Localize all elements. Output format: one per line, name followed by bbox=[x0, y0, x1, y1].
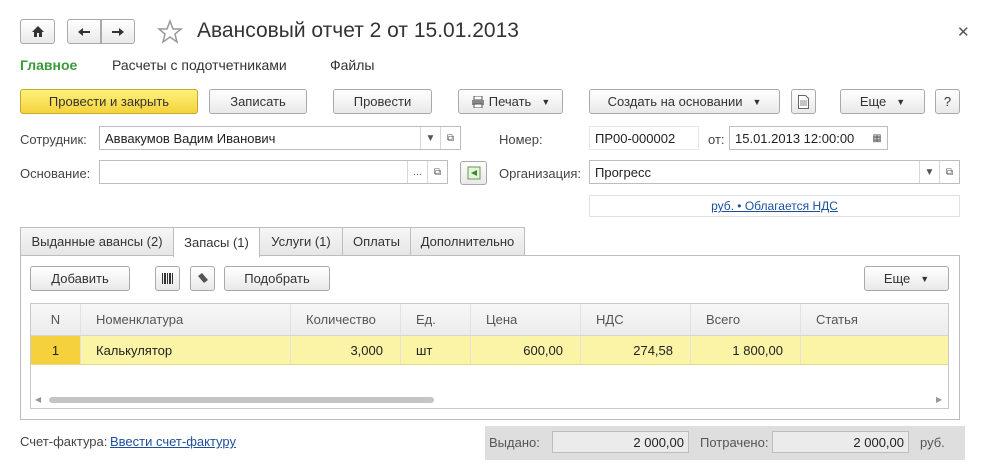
cell-unit: шт bbox=[401, 336, 471, 364]
open-icon[interactable]: ⧉ bbox=[440, 127, 460, 149]
post-and-close-button[interactable]: Провести и закрыть bbox=[20, 89, 198, 114]
col-header-quantity[interactable]: Количество bbox=[291, 304, 401, 335]
create-based-on-button[interactable]: Создать на основании ▼ bbox=[589, 89, 780, 114]
col-header-nomenclature[interactable]: Номенклатура bbox=[81, 304, 291, 335]
select-ellipsis-icon[interactable]: … bbox=[407, 161, 427, 183]
chevron-down-icon: ▼ bbox=[896, 96, 906, 107]
scrollbar-thumb[interactable] bbox=[49, 397, 434, 403]
col-header-unit[interactable]: Ед. bbox=[401, 304, 471, 335]
organization-value: Прогресс bbox=[595, 165, 652, 180]
scanner-icon bbox=[198, 273, 208, 283]
report-button[interactable] bbox=[791, 89, 816, 114]
table-row[interactable]: 1 Калькулятор 3,000 шт 600,00 274,58 1 8… bbox=[31, 336, 948, 365]
tab-payments[interactable]: Оплаты bbox=[342, 227, 411, 255]
fill-button[interactable] bbox=[460, 161, 487, 185]
invoice-link[interactable]: Ввести счет-фактуру bbox=[110, 434, 236, 449]
employee-field[interactable]: Аввакумов Вадим Иванович ▼ ⧉ bbox=[99, 126, 461, 150]
items-table: N Номенклатура Количество Ед. Цена НДС В… bbox=[30, 303, 949, 409]
back-button[interactable] bbox=[67, 19, 101, 44]
section-settlements[interactable]: Расчеты с подотчетниками bbox=[112, 57, 287, 73]
forward-button[interactable] bbox=[101, 19, 135, 44]
cell-vat: 274,58 bbox=[581, 336, 691, 364]
open-icon[interactable]: ⧉ bbox=[939, 161, 959, 183]
tab-advances[interactable]: Выданные авансы (2) bbox=[20, 227, 174, 255]
create-based-on-label: Создать на основании bbox=[607, 94, 743, 109]
dropdown-icon[interactable]: ▼ bbox=[919, 161, 939, 183]
spent-value: 2 000,00 bbox=[772, 431, 909, 453]
basis-field[interactable]: … ⧉ bbox=[99, 160, 448, 184]
arrow-left-icon bbox=[78, 27, 90, 36]
currency-vat-box: руб. • Облагается НДС bbox=[589, 195, 960, 217]
table-more-button[interactable]: Еще ▼ bbox=[864, 266, 949, 291]
tab-additional[interactable]: Дополнительно bbox=[410, 227, 525, 255]
currency-vat-link[interactable]: руб. • Облагается НДС bbox=[711, 199, 838, 213]
date-value: 15.01.2013 12:00:00 bbox=[735, 131, 855, 146]
col-header-vat[interactable]: НДС bbox=[581, 304, 691, 335]
document-icon bbox=[798, 94, 809, 109]
org-label: Организация: bbox=[499, 166, 582, 181]
cell-price: 600,00 bbox=[471, 336, 581, 364]
cell-total: 1 800,00 bbox=[691, 336, 801, 364]
employee-label: Сотрудник: bbox=[20, 132, 87, 147]
table-header: N Номенклатура Количество Ед. Цена НДС В… bbox=[31, 304, 948, 336]
open-icon[interactable]: ⧉ bbox=[427, 161, 447, 183]
number-field[interactable]: ПР00-000002 bbox=[589, 126, 699, 150]
tab-services[interactable]: Услуги (1) bbox=[259, 227, 343, 255]
cell-nomenclature: Калькулятор bbox=[81, 336, 291, 364]
calendar-icon[interactable]: ▦ bbox=[867, 127, 887, 149]
post-button[interactable]: Провести bbox=[333, 89, 432, 114]
help-button[interactable]: ? bbox=[935, 89, 960, 114]
cell-article bbox=[801, 336, 948, 364]
more-button[interactable]: Еще ▼ bbox=[840, 89, 925, 114]
currency-label: руб. bbox=[920, 435, 945, 450]
date-field[interactable]: 15.01.2013 12:00:00 ▦ bbox=[729, 126, 888, 150]
chevron-down-icon: ▼ bbox=[920, 273, 930, 284]
home-icon bbox=[31, 26, 44, 37]
issued-label: Выдано: bbox=[489, 435, 540, 450]
scanner-button[interactable] bbox=[190, 266, 215, 291]
fill-arrow-icon bbox=[467, 166, 480, 180]
add-button[interactable]: Добавить bbox=[30, 266, 130, 291]
cell-quantity: 3,000 bbox=[291, 336, 401, 364]
print-label: Печать bbox=[488, 94, 532, 109]
chevron-down-icon: ▼ bbox=[541, 96, 551, 107]
issued-value: 2 000,00 bbox=[552, 431, 689, 453]
tab-inventory[interactable]: Запасы (1) bbox=[173, 227, 260, 257]
scroll-right-icon[interactable]: ▶ bbox=[936, 395, 942, 404]
totals-bar: Выдано: 2 000,00 Потрачено: 2 000,00 руб… bbox=[485, 426, 965, 460]
page-title: Авансовый отчет 2 от 15.01.2013 bbox=[197, 19, 519, 42]
cell-n: 1 bbox=[31, 336, 81, 364]
date-label: от: bbox=[708, 132, 725, 147]
barcode-icon bbox=[162, 273, 173, 284]
col-header-article[interactable]: Статья bbox=[801, 304, 948, 335]
close-icon[interactable]: ✕ bbox=[957, 23, 970, 41]
table-more-label: Еще bbox=[883, 271, 911, 286]
spent-label: Потрачено: bbox=[700, 435, 769, 450]
number-label: Номер: bbox=[499, 132, 543, 147]
horizontal-scrollbar[interactable]: ◀ ▶ bbox=[31, 392, 948, 408]
scroll-left-icon[interactable]: ◀ bbox=[35, 395, 41, 404]
section-files[interactable]: Файлы bbox=[330, 57, 374, 73]
favorite-star-icon[interactable] bbox=[156, 18, 184, 45]
print-button[interactable]: Печать ▼ bbox=[458, 89, 563, 114]
barcode-button[interactable] bbox=[155, 266, 180, 291]
organization-field[interactable]: Прогресс ▼ ⧉ bbox=[589, 160, 960, 184]
employee-value: Аввакумов Вадим Иванович bbox=[105, 131, 276, 146]
select-button[interactable]: Подобрать bbox=[224, 266, 330, 291]
home-button[interactable] bbox=[20, 19, 55, 44]
basis-label: Основание: bbox=[20, 166, 91, 181]
more-label: Еще bbox=[859, 94, 887, 109]
col-header-total[interactable]: Всего bbox=[691, 304, 801, 335]
arrow-right-icon bbox=[112, 27, 124, 36]
chevron-down-icon: ▼ bbox=[752, 96, 762, 107]
section-main[interactable]: Главное bbox=[20, 57, 77, 73]
col-header-price[interactable]: Цена bbox=[471, 304, 581, 335]
save-button[interactable]: Записать bbox=[209, 89, 307, 114]
col-header-n[interactable]: N bbox=[31, 304, 81, 335]
dropdown-icon[interactable]: ▼ bbox=[420, 127, 440, 149]
invoice-label: Счет-фактура: bbox=[20, 434, 108, 449]
printer-icon bbox=[471, 95, 484, 108]
